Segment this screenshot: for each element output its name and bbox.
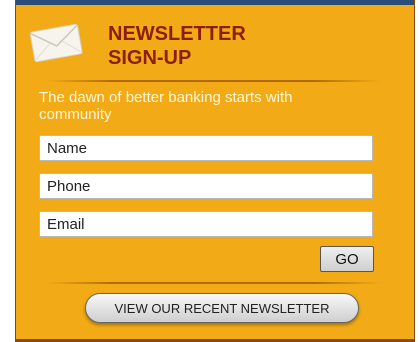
- bottom-divider: [46, 282, 381, 284]
- title-line-1: NEWSLETTER: [108, 23, 246, 45]
- go-button[interactable]: GO: [320, 246, 374, 272]
- title-line-2: SIGN-UP: [108, 47, 192, 69]
- newsletter-panel: NEWSLETTER SIGN-UP The dawn of better ba…: [15, 0, 415, 342]
- newsletter-title: NEWSLETTER SIGN-UP: [108, 22, 246, 70]
- newsletter-tagline: The dawn of better banking starts with c…: [39, 89, 293, 123]
- view-recent-newsletter-button[interactable]: VIEW OUR RECENT NEWSLETTER: [85, 293, 359, 323]
- top-divider: [46, 80, 381, 82]
- envelope-icon: [29, 23, 83, 63]
- email-input[interactable]: [39, 211, 373, 237]
- phone-input[interactable]: [39, 173, 373, 199]
- name-input[interactable]: [39, 135, 373, 161]
- top-accent-bar: [16, 0, 414, 5]
